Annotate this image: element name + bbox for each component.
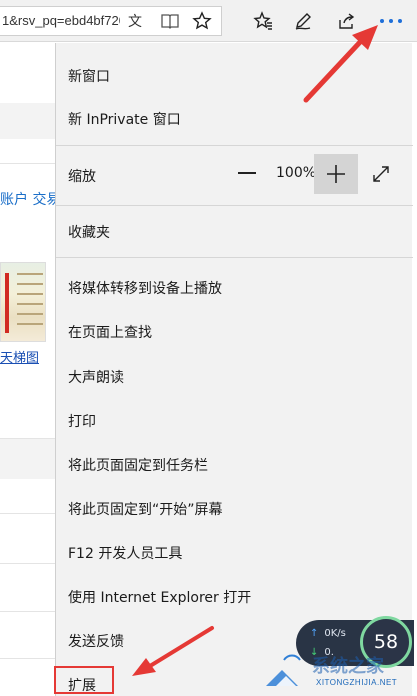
address-text[interactable]: 1&rsv_pq=ebd4bf720: [2, 13, 120, 28]
menu-favorites[interactable]: 收藏夹: [68, 222, 110, 242]
zoom-out-button[interactable]: [236, 158, 258, 188]
page-band: [0, 103, 55, 139]
menu-send-feedback[interactable]: 发送反馈: [68, 631, 124, 651]
thumb-row: [17, 313, 43, 315]
ladder-chart-link[interactable]: 天梯图: [0, 347, 39, 366]
browser-toolbar: 1&rsv_pq=ebd4bf720 文: [0, 0, 417, 42]
menu-pin-start[interactable]: 将此页固定到“开始”屏幕: [68, 499, 223, 519]
thumb-row: [17, 273, 43, 275]
menu-find-on-page[interactable]: 在页面上查找: [68, 322, 152, 342]
extensions-highlight: [54, 666, 114, 694]
menu-separator: [56, 205, 413, 206]
thumb-bar: [5, 273, 9, 333]
watermark-title: 系统之家: [312, 656, 384, 677]
thumbnail-image[interactable]: [0, 262, 46, 342]
zoom-label: 缩放: [68, 169, 96, 185]
background-page: [0, 43, 55, 696]
share-icon[interactable]: [333, 8, 359, 34]
settings-menu: 新窗口 新 InPrivate 窗口 缩放 100% 收藏夹 将媒体转移到设备上…: [55, 43, 413, 696]
divider: [0, 658, 55, 659]
translate-icon[interactable]: 文: [124, 8, 150, 34]
favorite-star-icon[interactable]: [189, 8, 215, 34]
favorites-hub-icon[interactable]: [250, 8, 276, 34]
menu-separator: [56, 257, 413, 258]
account-link[interactable]: 账户 交易: [0, 189, 60, 209]
menu-print[interactable]: 打印: [68, 411, 96, 431]
menu-read-aloud[interactable]: 大声朗读: [68, 367, 124, 387]
divider: [0, 611, 55, 612]
more-icon[interactable]: [375, 8, 407, 34]
zoom-level: 100%: [276, 165, 317, 181]
divider: [0, 563, 55, 564]
menu-new-inprivate[interactable]: 新 InPrivate 窗口: [68, 109, 181, 129]
menu-pin-taskbar[interactable]: 将此页面固定到任务栏: [68, 455, 208, 475]
divider: [0, 163, 55, 164]
reading-view-icon[interactable]: [157, 8, 183, 34]
fullscreen-icon[interactable]: [368, 161, 394, 187]
menu-separator: [56, 145, 413, 146]
upload-speed: ↑ 0K/s: [310, 628, 346, 639]
thumb-row: [17, 293, 43, 295]
menu-cast-media[interactable]: 将媒体转移到设备上播放: [68, 278, 222, 298]
thumb-row: [17, 283, 43, 285]
thumb-row: [17, 303, 43, 305]
thumb-row: [17, 323, 43, 325]
menu-dev-tools[interactable]: F12 开发人员工具: [68, 543, 182, 563]
page-band: [0, 439, 55, 479]
web-note-pen-icon[interactable]: [290, 8, 316, 34]
zoom-in-button[interactable]: [314, 154, 358, 194]
svg-text:文: 文: [128, 14, 142, 30]
watermark-url: XITONGZHIJIA.NET: [316, 678, 398, 687]
menu-open-ie[interactable]: 使用 Internet Explorer 打开: [68, 587, 251, 607]
menu-new-window[interactable]: 新窗口: [68, 66, 110, 86]
divider: [0, 513, 55, 514]
